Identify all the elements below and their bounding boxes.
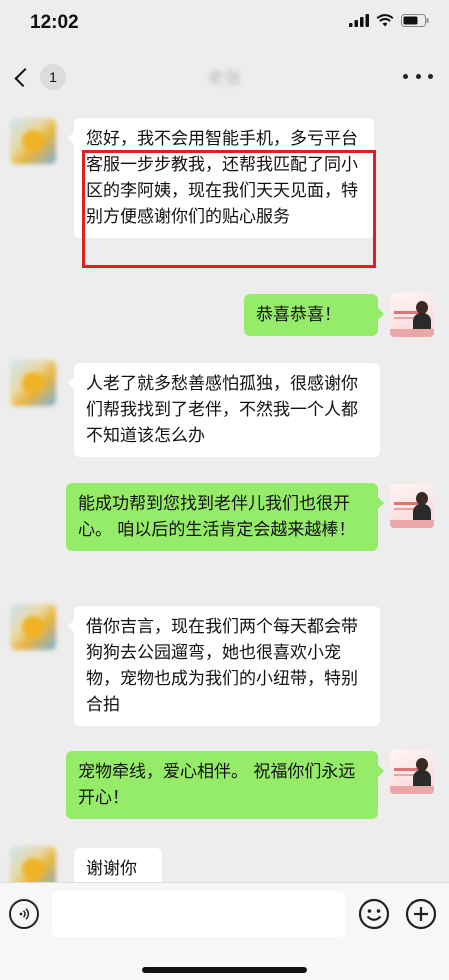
home-indicator [142, 967, 307, 973]
my-avatar[interactable] [389, 749, 435, 795]
message-bubble-incoming[interactable]: 谢谢你 [74, 848, 162, 882]
status-time: 12:02 [30, 12, 79, 33]
contact-avatar[interactable] [10, 604, 56, 650]
more-dot-icon [403, 73, 408, 79]
message-bubble-outgoing[interactable]: 能成功帮到您找到老伴儿我们也很开心。 咱以后的生活肯定会越来越棒！ [66, 483, 384, 551]
input-bar [0, 882, 449, 980]
status-bar: 12:02 [0, 0, 449, 46]
more-button[interactable] [403, 66, 433, 86]
voice-button[interactable] [9, 899, 39, 929]
signal-icon [349, 14, 369, 27]
contact-avatar[interactable] [10, 118, 56, 164]
plus-icon[interactable] [405, 898, 437, 930]
my-avatar[interactable] [389, 292, 435, 338]
contact-avatar[interactable] [10, 360, 56, 406]
emoji-icon[interactable] [358, 898, 390, 930]
message-input[interactable] [52, 891, 345, 937]
my-avatar[interactable] [389, 483, 435, 529]
nav-bar: 1 老张 [0, 46, 449, 108]
more-dot-icon [428, 73, 433, 79]
battery-icon [401, 14, 429, 27]
more-dot-icon [415, 73, 421, 79]
message-bubble-incoming[interactable]: 借你吉言，现在我们两个每天都会带狗狗去公园遛弯，她也很喜欢小宠物，宠物也成为我们… [68, 606, 380, 726]
wifi-icon [376, 14, 394, 27]
chat-title: 老张 [207, 69, 242, 89]
message-bubble-outgoing[interactable]: 恭喜恭喜！ [244, 294, 384, 336]
highlight-annotation [82, 150, 376, 268]
voice-icon [19, 908, 30, 920]
status-icons [349, 14, 429, 27]
message-bubble-incoming[interactable]: 人老了就多愁善感怕孤独，很感谢你们帮我找到了老伴，不然我一个人都不知道该怎么办 [68, 363, 380, 457]
message-bubble-outgoing[interactable]: 宠物牵线，爱心相伴。 祝福你们永远开心！ [66, 751, 384, 819]
